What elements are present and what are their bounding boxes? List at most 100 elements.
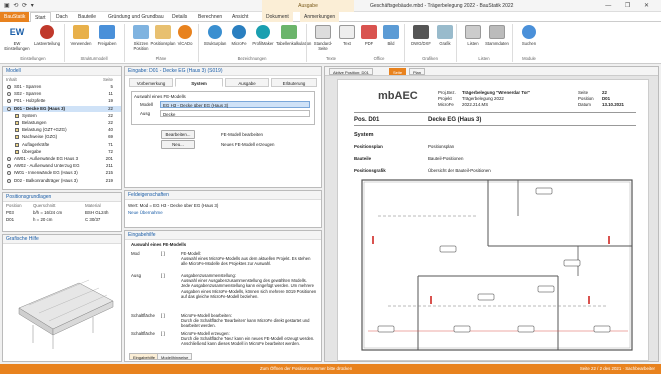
- tab-baustatik[interactable]: BauStatik: [0, 12, 30, 22]
- doc-row-key: Bauteile: [354, 156, 372, 161]
- group-separator: [512, 24, 513, 62]
- verwenden-button[interactable]: Verwenden: [68, 25, 94, 46]
- tab-aktive-position[interactable]: Aktive Position: D01: [329, 68, 373, 75]
- tree-item[interactable]: Nachweise (GZG) 69: [3, 134, 121, 141]
- strukturplan-button[interactable]: Strukturplan: [202, 25, 228, 46]
- bearbeiten-button[interactable]: Bearbeiten...: [161, 130, 195, 139]
- group-label-einstellungen: Einstellungen: [20, 56, 46, 61]
- profilmaker-button[interactable]: ProfilMaker: [250, 25, 276, 46]
- tab-seite[interactable]: Seite: [389, 68, 407, 75]
- modell-panel: Modell Inhalt Seite S01 - Sparren 5 S02 - …: [2, 66, 122, 190]
- listen-button[interactable]: Listen: [460, 25, 486, 46]
- hint-neu: Neues FE-Modell erzeugen: [221, 142, 275, 147]
- tree-item[interactable]: D02 - Balkonrandträger (Haus 3) 219: [3, 178, 121, 185]
- tab-ausgabe[interactable]: Ausgabe: [225, 78, 269, 87]
- tree-item[interactable]: S01 - Sparren 5: [3, 84, 121, 91]
- tree-item-label: Belastung (GZT+GZG): [22, 127, 67, 133]
- stammdaten-button[interactable]: Stammdaten: [484, 25, 510, 46]
- tab-vorbemerkung[interactable]: Vorbemerkung: [129, 78, 173, 87]
- document-view: Aktive Position: D01 Seite Plan mbAEC Pr…: [324, 66, 659, 362]
- tree-item-label: Belastungen: [22, 120, 47, 125]
- pg-row[interactable]: D01 h = 20 cm C 30/37: [3, 217, 121, 224]
- group-separator: [404, 24, 405, 62]
- window-title: Geschäftsgebäude.mbd - Trägerbelegung 20…: [370, 3, 514, 9]
- dwg-icon: [413, 25, 429, 39]
- tab-berechnen[interactable]: Berechnen: [194, 12, 226, 22]
- tree-item[interactable]: Übergabe 72: [3, 149, 121, 156]
- tree-item-page: 5: [110, 84, 113, 89]
- tree-item[interactable]: Belastung (GZT+GZG) 40: [3, 127, 121, 134]
- tab-erlaeuterung[interactable]: Erläuterung: [271, 78, 317, 87]
- tree-item[interactable]: AW02 - Außenwand Unterzug EG 211: [3, 163, 121, 170]
- folder-icon: [15, 142, 19, 147]
- tree-item[interactable]: AW01 - Außenwände EG Haus 3 201: [3, 156, 121, 163]
- modell-header-row: Inhalt Seite: [3, 77, 121, 84]
- tab-bauteile[interactable]: Bauteile: [74, 12, 100, 22]
- tab-modellhinweise[interactable]: Modellhinweise: [157, 353, 193, 360]
- vicado-icon: [178, 25, 192, 39]
- tab-details[interactable]: Details: [168, 12, 191, 22]
- quick-access-toolbar[interactable]: ▣ ⟲ ⟳ ▾: [4, 2, 35, 9]
- grafik-button[interactable]: Grafik: [432, 25, 458, 46]
- microfe-button[interactable]: MicroFe: [226, 25, 252, 46]
- tree-item-label: System: [22, 112, 37, 118]
- doc-row-value: Bauteil-Positionen: [428, 156, 464, 161]
- tree-item-label: S01 - Sparren: [14, 84, 42, 89]
- tab-plan[interactable]: Plan: [409, 68, 426, 75]
- group-label-module: Module: [522, 56, 536, 61]
- eingabe-title: Eingabe: D01 - Decke EG (Haus 3) (S019): [125, 67, 321, 76]
- pos-title: Pos. D01: [354, 117, 380, 123]
- bild-button[interactable]: Bild: [378, 25, 404, 46]
- vicado-button[interactable]: ViCADo: [172, 25, 198, 46]
- tabelle-icon: [281, 25, 297, 39]
- tree-item[interactable]: IW01 - Innenwände EG (Haus 3) 215: [3, 170, 121, 177]
- position-icon: [7, 92, 11, 97]
- einstellungen-button[interactable]: EW EW Einstellungen: [4, 25, 30, 51]
- tabellenkalkulation-button[interactable]: Tabellenkalkulation: [276, 25, 311, 46]
- tree-item[interactable]: D01 - Decke EG (Haus 3) 22: [3, 105, 121, 113]
- tree-item-page: 201: [105, 156, 113, 161]
- lastverteilung-icon: [40, 25, 54, 39]
- search-icon: [522, 25, 536, 39]
- ausg-select[interactable]: Decke: [160, 110, 310, 117]
- tab-gruendung[interactable]: Gründung und Grundbau: [104, 12, 168, 22]
- tree-item[interactable]: P01 - Holzpfette 19: [3, 98, 121, 105]
- modell-select[interactable]: EG H3 - Decke über EG (Haus 3): [160, 101, 310, 108]
- microfe-icon: [232, 25, 246, 39]
- pg-row[interactable]: P03 b/h = 16/24 cm BSH GL24h: [3, 210, 121, 217]
- group-separator: [124, 24, 125, 62]
- eingabe-panel: Eingabe: D01 - Decke EG (Haus 3) (S019) …: [124, 66, 322, 188]
- tree-item-page: 22: [108, 112, 113, 118]
- position-icon: [7, 164, 11, 169]
- tab-ansicht[interactable]: Ansicht: [228, 12, 252, 22]
- neu-button[interactable]: Neu...: [161, 140, 195, 149]
- position-icon: [7, 99, 11, 104]
- tree-item[interactable]: Belastungen 22: [3, 120, 121, 127]
- tree-item[interactable]: S02 - Sparren 11: [3, 91, 121, 98]
- lastverteilung-button[interactable]: Lastverteilung: [34, 25, 60, 46]
- tab-start[interactable]: Start: [30, 12, 51, 22]
- feld-uebernahme-link[interactable]: Neue Übernahme: [128, 210, 163, 215]
- window-controls[interactable]: — ❐ ✕: [605, 0, 655, 12]
- freigaben-button[interactable]: Freigaben: [94, 25, 120, 46]
- suchen-button[interactable]: Suchen: [516, 25, 542, 46]
- tree-item[interactable]: System 22: [3, 113, 121, 120]
- listen-icon: [465, 25, 481, 39]
- tab-dokument[interactable]: Dokument: [262, 12, 293, 22]
- standard-seite-button[interactable]: Standard-Seite: [310, 25, 336, 51]
- tab-anmerkungen[interactable]: Anmerkungen: [300, 12, 340, 22]
- document-page: mbAEC Proj.Bez. Projekt MicroFe Trägerbe…: [337, 79, 649, 361]
- dwg-dxf-button[interactable]: DWG/DXF: [408, 25, 434, 46]
- company-logo: mbAEC: [378, 90, 418, 102]
- profilmaker-icon: [256, 25, 270, 39]
- tab-eingabehilfe[interactable]: Eingabehilfe: [129, 353, 160, 360]
- tab-system[interactable]: System: [175, 78, 223, 87]
- context-tab-header: Ausgabe: [262, 0, 354, 12]
- tree-item[interactable]: Auflagerkräfte 71: [3, 142, 121, 149]
- modell-label: Modell: [140, 102, 153, 107]
- doc-row-key: Positionsplan: [354, 144, 383, 149]
- pos-divider: [354, 125, 636, 126]
- skizze-icon: [133, 25, 149, 39]
- tab-dach[interactable]: Dach: [52, 12, 72, 22]
- group-separator: [306, 24, 307, 62]
